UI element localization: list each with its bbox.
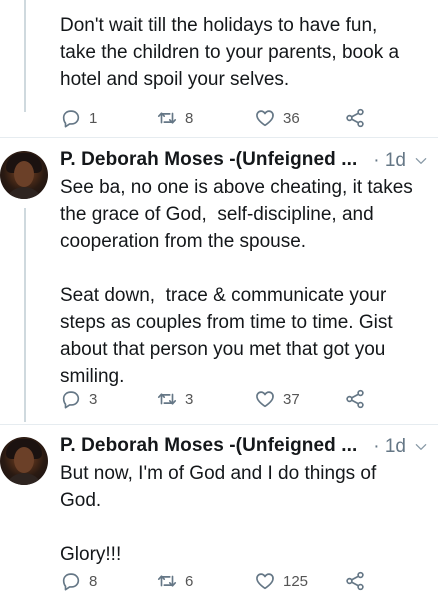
timestamp[interactable]: · 1d	[373, 150, 406, 172]
tweet-header: P. Deborah Moses -(Unfeigned ... · 1d	[60, 149, 432, 175]
like-count: 37	[283, 390, 300, 408]
tweet-header: P. Deborah Moses -(Unfeigned ... · 1d	[60, 435, 432, 461]
retweet-icon	[157, 112, 177, 124]
tweet-text: Don't wait till the holidays to have fun…	[60, 15, 400, 90]
tweet[interactable]: Don't wait till the holidays to have fun…	[0, 0, 438, 130]
heart-icon	[256, 391, 274, 408]
like-count: 36	[283, 109, 300, 127]
retweet-button[interactable]: 8	[156, 106, 193, 130]
share-icon	[346, 571, 364, 591]
divider	[0, 137, 438, 138]
author-name[interactable]: P. Deborah Moses -(Unfeigned ...	[60, 149, 357, 171]
heart-icon	[256, 573, 274, 590]
reply-button[interactable]: 1	[60, 106, 97, 130]
tweet[interactable]: P. Deborah Moses -(Unfeigned ... · 1d Bu…	[0, 433, 438, 598]
like-button[interactable]: 36	[254, 106, 300, 130]
retweet-icon	[157, 393, 177, 405]
heart-icon	[256, 110, 274, 127]
tweet-actions: 8 6 125	[60, 569, 400, 593]
retweet-button[interactable]: 3	[156, 387, 193, 411]
reply-icon	[62, 573, 80, 591]
chevron-down-icon[interactable]	[414, 154, 428, 168]
avatar[interactable]	[0, 151, 48, 199]
reply-icon	[62, 110, 80, 128]
avatar[interactable]	[0, 437, 48, 485]
tweet-actions: 1 8 36	[60, 106, 400, 130]
reply-button[interactable]: 8	[60, 569, 97, 593]
retweet-count: 6	[185, 572, 194, 590]
like-button[interactable]: 125	[254, 569, 308, 593]
share-icon	[346, 108, 364, 128]
like-count: 125	[283, 572, 309, 590]
reply-count: 8	[89, 572, 98, 590]
like-button[interactable]: 37	[254, 387, 300, 411]
reply-icon	[62, 391, 80, 409]
timestamp[interactable]: · 1d	[373, 436, 406, 458]
retweet-icon	[157, 575, 177, 587]
retweet-count: 3	[185, 390, 194, 408]
share-button[interactable]	[344, 569, 366, 593]
share-button[interactable]	[344, 106, 366, 130]
reply-button[interactable]: 3	[60, 387, 97, 411]
author-name[interactable]: P. Deborah Moses -(Unfeigned ...	[60, 435, 357, 457]
tweet[interactable]: P. Deborah Moses -(Unfeigned ... · 1d Se…	[0, 147, 438, 417]
tweet-text: But now, I'm of God and I do things of G…	[60, 463, 377, 565]
retweet-count: 8	[185, 109, 194, 127]
retweet-button[interactable]: 6	[156, 569, 193, 593]
chevron-down-icon[interactable]	[414, 440, 428, 454]
reply-count: 3	[89, 390, 98, 408]
tweet-text: See ba, no one is above cheating, it tak…	[60, 177, 413, 387]
share-icon	[346, 389, 364, 409]
tweet-actions: 3 3 37	[60, 387, 400, 411]
reply-count: 1	[89, 109, 98, 127]
divider	[0, 424, 438, 425]
share-button[interactable]	[344, 387, 366, 411]
